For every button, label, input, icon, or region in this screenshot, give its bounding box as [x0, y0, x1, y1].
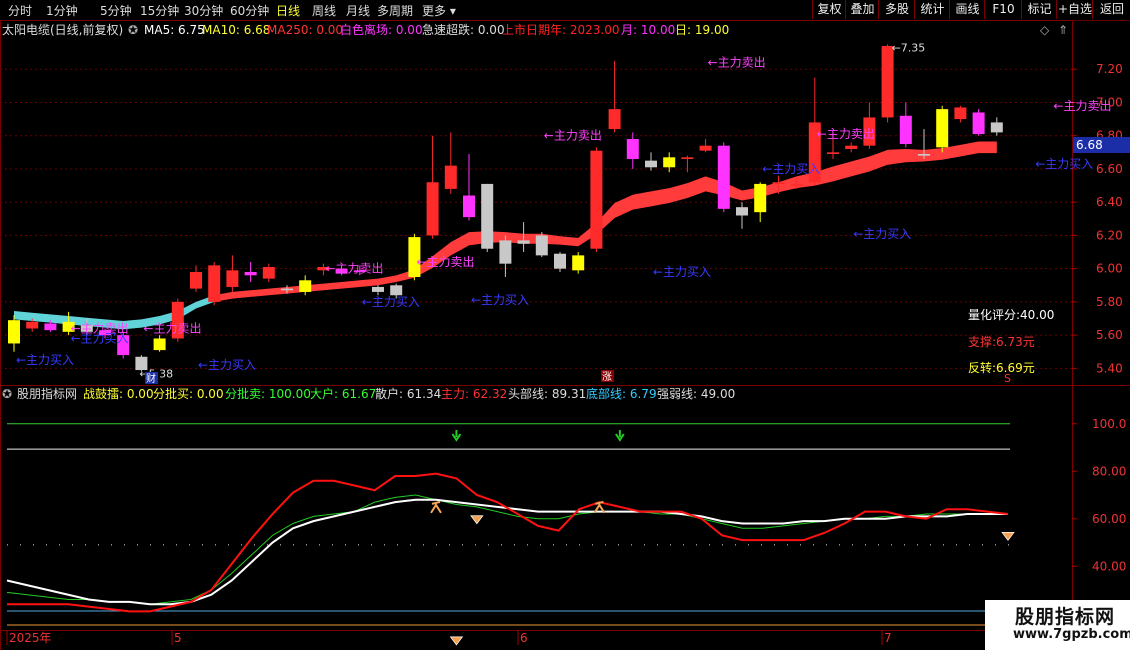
candle-body: [481, 183, 494, 249]
candle-body: [827, 152, 839, 154]
candle-body: [645, 160, 657, 168]
price-axis-label: 6.20: [1096, 228, 1123, 242]
candle-body: [990, 122, 1003, 133]
candle-body: [954, 107, 967, 120]
finance-badge: 财: [146, 372, 156, 385]
candle-body: [281, 288, 293, 291]
quant-score: 量化评分:40.00: [968, 308, 1055, 322]
limit-up-badge: 涨: [602, 371, 612, 383]
candle-body: [499, 240, 512, 264]
watermark-url: www.7gpzb.com: [1013, 627, 1130, 642]
candle-body: [190, 271, 202, 289]
candle-body: [681, 157, 694, 159]
indicator-axis-label: 40.00: [1092, 559, 1126, 573]
diamond-signal-icon: [1001, 532, 1015, 541]
buy-signal-label: ←主力买入: [71, 331, 129, 345]
down-arrow-icon: [451, 430, 462, 442]
indicator-axis-label: 60.00: [1092, 512, 1126, 526]
date-axis-label: 2025年: [9, 631, 52, 645]
buy-signal-label: ←主力买入: [653, 265, 711, 279]
candle-body: [626, 139, 639, 159]
date-axis-label: 5: [174, 631, 182, 645]
price-axis-label: 7.20: [1096, 62, 1123, 76]
candle-body: [754, 183, 767, 213]
watermark: 股朋指标网 www.7gpzb.com: [985, 600, 1130, 650]
buy-signal-label: ←主力买入: [762, 162, 820, 176]
candle-body: [372, 286, 384, 292]
candle-body: [918, 153, 930, 156]
main-force-line: [7, 472, 1009, 613]
candle-body: [8, 320, 20, 344]
diamond-signal-icon: [449, 636, 464, 646]
sell-signal-label: ←主力卖出: [544, 129, 602, 143]
sell-signal-label: ←主力卖出: [143, 321, 201, 335]
indicator-axis-label: 100.0: [1092, 417, 1126, 431]
candle-body: [262, 267, 275, 279]
high-price-marker: ←7.35: [892, 42, 926, 55]
ribbon-main: [214, 141, 997, 302]
candle-body: [535, 235, 548, 256]
candle-body: [590, 150, 603, 249]
candle-body: [772, 182, 785, 184]
price-axis-label: 5.60: [1096, 328, 1123, 342]
candle-body: [517, 240, 530, 244]
candle-body: [26, 321, 39, 329]
date-axis-label: 6: [520, 631, 528, 645]
candle-body: [790, 183, 803, 186]
sell-signal-label: ←主力卖出: [416, 255, 474, 269]
candle-body: [244, 271, 257, 276]
candle-body: [608, 109, 621, 130]
buy-signal-label: ←主力买入: [198, 358, 256, 372]
candle-body: [444, 165, 457, 189]
candle-body: [936, 109, 949, 148]
diamond-signal-icon: [470, 515, 484, 525]
chart-area[interactable]: 7.207.006.806.606.406.206.005.805.605.40…: [0, 0, 1130, 650]
support-level: 支撑:6.73元: [968, 335, 1035, 349]
price-axis-label: 6.40: [1096, 195, 1123, 209]
buy-signal-label: ←主力买入: [16, 353, 74, 367]
down-arrow-icon: [615, 430, 625, 442]
big-holder-line: [6, 494, 1008, 605]
buy-signal-label: ←主力买入: [1035, 157, 1093, 171]
candle-body: [208, 265, 221, 302]
candle-body: [972, 112, 985, 135]
buy-signal-label: ←主力买入: [362, 295, 420, 309]
sell-signal-label: ←主力卖出: [1053, 99, 1111, 113]
candle-body: [226, 270, 239, 287]
price-axis-label: 6.00: [1096, 262, 1123, 276]
candle-body: [899, 115, 912, 145]
sell-signal-label: ←主力卖出: [708, 56, 766, 70]
candle-body: [463, 195, 475, 218]
candle-body: [881, 45, 894, 118]
price-axis-label: 5.40: [1096, 361, 1123, 375]
sell-signal-label: ←主力卖出: [325, 262, 383, 276]
candle-body: [663, 157, 676, 168]
buy-signal-label: ←主力买入: [853, 227, 911, 241]
candle-body: [845, 145, 858, 150]
candle-body: [390, 285, 403, 296]
runner-signal-icon: [430, 500, 442, 514]
candle-body: [554, 253, 566, 269]
candle-body: [717, 145, 730, 209]
buy-signal-label: ←主力买入: [471, 293, 529, 307]
candle-body: [736, 207, 748, 216]
price-axis-label: 5.80: [1096, 295, 1123, 309]
price-axis-label: 6.60: [1096, 162, 1123, 176]
sell-signal-label: ←主力卖出: [817, 127, 875, 141]
current-price-tag: 6.68: [1073, 137, 1130, 153]
candle-body: [699, 145, 712, 151]
indicator-axis-label: 80.00: [1092, 464, 1126, 478]
candle-body: [299, 280, 312, 292]
watermark-title: 股朋指标网: [1015, 606, 1116, 628]
candle-body: [153, 338, 166, 351]
date-axis-label: 7: [884, 631, 892, 645]
reversal-level: 反转:6.69元: [968, 361, 1035, 375]
candle-body: [426, 182, 439, 236]
candle-body: [572, 255, 585, 271]
candle-body: [44, 323, 57, 331]
